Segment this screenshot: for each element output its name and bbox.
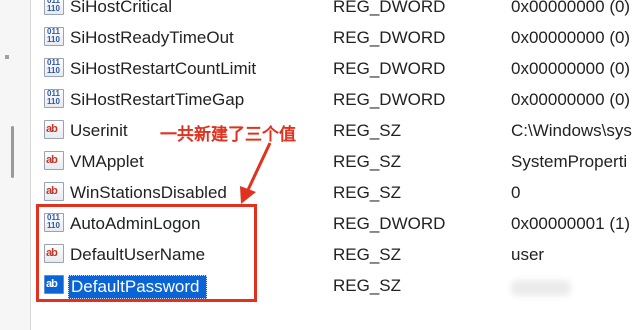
registry-value-row[interactable]: 011 110 SiHostCritical REG_DWORD 0x000000… bbox=[35, 0, 640, 23]
reg-string-value-icon: ab bbox=[44, 182, 64, 201]
value-name: SiHostReadyTimeOut bbox=[70, 28, 234, 47]
value-data: 0x00000000 (0) bbox=[511, 28, 631, 47]
tree-scrollbar[interactable] bbox=[11, 126, 14, 178]
reg-string-value-icon: ab bbox=[44, 120, 64, 139]
registry-value-row[interactable]: ab VMApplet REG_SZ SystemProperti bbox=[35, 147, 640, 178]
registry-tree-pane[interactable] bbox=[0, 0, 31, 330]
value-name: SiHostRestartTimeGap bbox=[70, 90, 245, 109]
registry-value-row[interactable]: ab Userinit REG_SZ C:\Windows\sys bbox=[35, 116, 640, 147]
value-type: REG_SZ bbox=[333, 245, 402, 264]
registry-value-row[interactable]: 011 110 SiHostRestartTimeGap REG_DWORD 0x… bbox=[35, 85, 640, 116]
value-data: 0x00000000 (0) bbox=[511, 90, 631, 109]
reg-binary-value-icon: 011 110 bbox=[44, 58, 64, 77]
reg-binary-value-icon: 011 110 bbox=[44, 0, 64, 15]
value-data: C:\Windows\sys bbox=[511, 121, 632, 140]
value-name: WinStationsDisabled bbox=[70, 183, 227, 202]
tree-node-marker bbox=[5, 55, 9, 59]
value-type: REG_SZ bbox=[333, 183, 402, 202]
value-data: SystemProperti bbox=[511, 152, 628, 171]
annotation-text: 一共新建了三个值 bbox=[160, 125, 296, 144]
value-data: user bbox=[511, 245, 545, 264]
highlight-box bbox=[36, 204, 257, 302]
reg-binary-value-icon: 011 110 bbox=[44, 27, 64, 46]
value-data: 0x00000000 (0) bbox=[511, 0, 631, 16]
value-type: REG_DWORD bbox=[333, 214, 446, 233]
value-type: REG_SZ bbox=[333, 152, 402, 171]
value-type: REG_DWORD bbox=[333, 0, 446, 16]
registry-value-row[interactable]: 011 110 SiHostReadyTimeOut REG_DWORD 0x00… bbox=[35, 23, 640, 54]
value-type: REG_DWORD bbox=[333, 59, 446, 78]
value-type: REG_DWORD bbox=[333, 90, 446, 109]
value-data: 0 bbox=[511, 183, 521, 202]
value-type: REG_DWORD bbox=[333, 28, 446, 47]
value-type: REG_SZ bbox=[333, 276, 402, 295]
reg-binary-value-icon: 011 110 bbox=[44, 89, 64, 108]
value-name: Userinit bbox=[70, 121, 128, 140]
value-name: SiHostRestartCountLimit bbox=[70, 59, 257, 78]
redacted-value-blur bbox=[511, 280, 571, 296]
reg-string-value-icon: ab bbox=[44, 151, 64, 170]
value-name: VMApplet bbox=[70, 152, 144, 171]
value-data: 0x00000001 (1) bbox=[511, 214, 631, 233]
value-name: SiHostCritical bbox=[70, 0, 173, 16]
value-type: REG_SZ bbox=[333, 121, 402, 140]
value-data: 0x00000000 (0) bbox=[511, 59, 631, 78]
registry-value-row[interactable]: 011 110 SiHostRestartCountLimit REG_DWORD… bbox=[35, 54, 640, 85]
